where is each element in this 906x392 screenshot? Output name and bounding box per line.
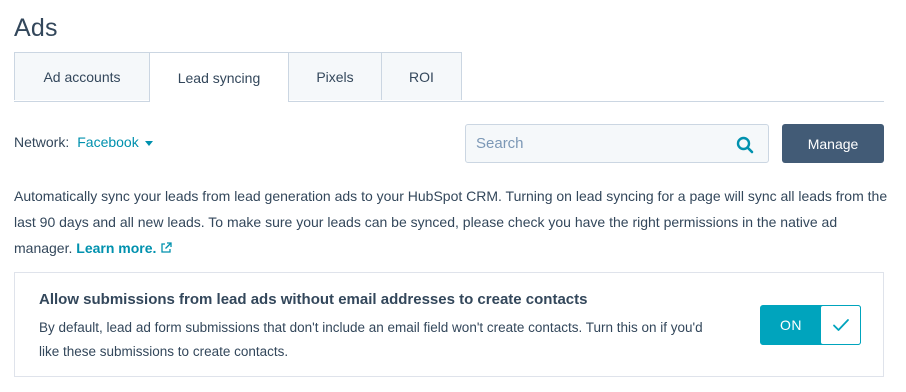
setting-title: Allow submissions from lead ads without … — [39, 291, 588, 308]
toggle-on-label: ON — [761, 306, 821, 344]
page-title: Ads — [14, 14, 58, 42]
tab-lead-syncing[interactable]: Lead syncing — [149, 52, 289, 102]
setting-description: By default, lead ad form submissions tha… — [39, 320, 703, 359]
tab-roi[interactable]: ROI — [381, 52, 462, 100]
search-box — [465, 124, 769, 163]
allow-without-email-toggle[interactable]: ON — [760, 305, 861, 345]
email-setting-card: Allow submissions from lead ads without … — [14, 272, 884, 377]
network-label: Network: — [14, 134, 70, 150]
toggle-knob — [820, 305, 861, 345]
network-value: Facebook — [77, 134, 139, 150]
tab-ad-accounts[interactable]: Ad accounts — [14, 52, 150, 100]
learn-more-label: Learn more. — [76, 240, 157, 256]
checkmark-icon — [832, 319, 849, 331]
learn-more-link[interactable]: Learn more. — [76, 240, 173, 256]
manage-button[interactable]: Manage — [782, 124, 884, 163]
search-icon[interactable] — [736, 136, 754, 154]
external-link-icon — [161, 242, 173, 253]
network-filter: Network: Facebook — [14, 134, 153, 150]
lead-sync-description: Automatically sync your leads from lead … — [14, 183, 894, 261]
network-dropdown[interactable]: Facebook — [77, 134, 153, 150]
caret-down-icon — [144, 140, 153, 146]
tab-pixels[interactable]: Pixels — [288, 52, 382, 100]
tab-bar: Ad accounts Lead syncing Pixels ROI — [14, 52, 884, 102]
search-input[interactable] — [466, 125, 736, 162]
